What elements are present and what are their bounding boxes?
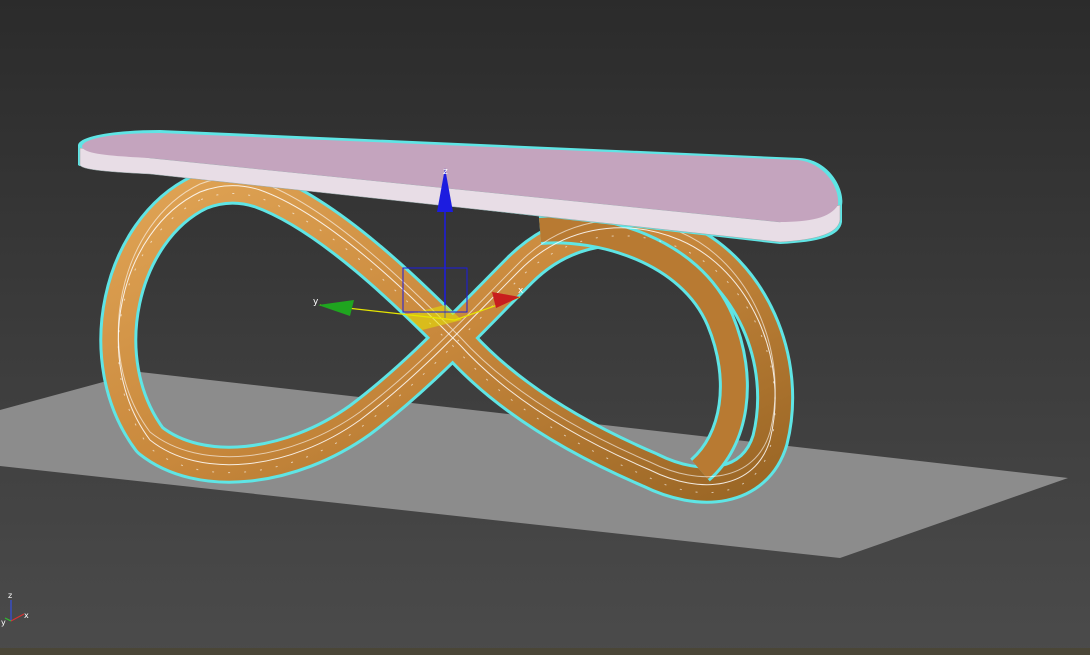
orientation-z-label: z bbox=[8, 591, 12, 600]
orientation-x-label: x bbox=[24, 611, 29, 620]
viewport-background bbox=[0, 0, 1090, 655]
status-bar-strip bbox=[0, 648, 1090, 655]
gizmo-x-label: x bbox=[518, 286, 524, 296]
gizmo-y-label: y bbox=[313, 297, 319, 307]
3d-viewport[interactable]: z y x z x y bbox=[0, 0, 1090, 655]
gizmo-z-label: z bbox=[443, 167, 448, 177]
orientation-y-label: y bbox=[1, 618, 6, 627]
